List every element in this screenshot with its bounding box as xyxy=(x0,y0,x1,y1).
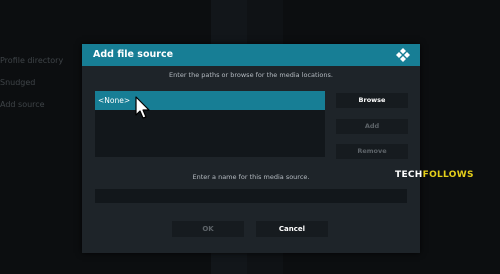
dialog-title: Add file source xyxy=(93,49,174,60)
list-item-label: <None> xyxy=(98,96,131,105)
name-instruction: Enter a name for this media source. xyxy=(192,173,310,181)
watermark-follows-text: FOLLOWS xyxy=(422,170,474,180)
source-name-input[interactable] xyxy=(95,189,407,203)
source-paths-list[interactable]: <None> xyxy=(95,91,325,157)
mouse-cursor-icon xyxy=(135,96,150,119)
watermark-tech-text: TECH xyxy=(395,170,423,180)
background-menu-item: Profile directory xyxy=(0,56,64,65)
background-menu-item: Add source xyxy=(0,100,45,109)
add-button[interactable]: Add xyxy=(336,119,408,134)
paths-instruction: Enter the paths or browse for the media … xyxy=(169,71,333,79)
ok-button[interactable]: OK xyxy=(172,221,244,237)
browse-button[interactable]: Browse xyxy=(336,93,408,108)
kodi-logo-icon xyxy=(396,48,410,62)
remove-button[interactable]: Remove xyxy=(336,144,408,159)
list-item[interactable]: <None> xyxy=(95,91,325,110)
watermark-logo: TECHFOLLOWS xyxy=(395,170,474,180)
add-file-source-dialog: Add file source Enter the paths or brows… xyxy=(82,44,420,253)
dialog-header: Add file source xyxy=(82,44,420,66)
background-menu-item: Snudged xyxy=(0,78,36,87)
cancel-button[interactable]: Cancel xyxy=(256,221,328,237)
